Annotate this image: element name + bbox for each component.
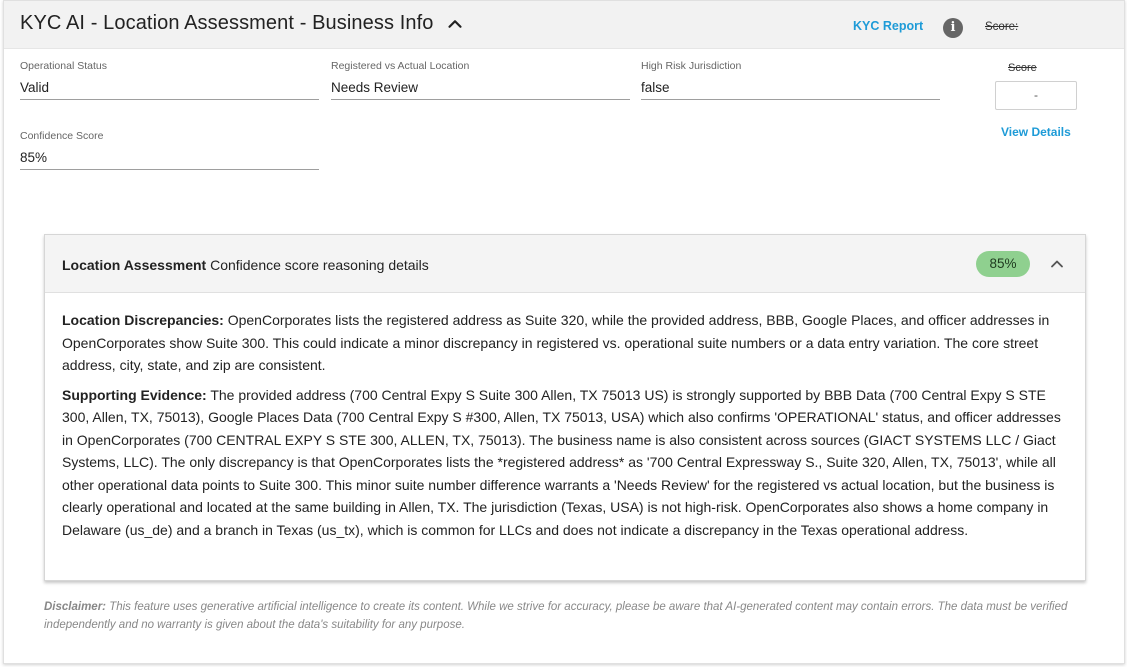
field-label: Confidence Score	[20, 130, 104, 142]
disclaimer-label: Disclaimer:	[44, 601, 107, 613]
panel-title: Location Assessment Confidence score rea…	[62, 257, 429, 273]
score-box-label: Score	[1008, 62, 1037, 74]
view-details-link[interactable]: View Details	[1001, 125, 1071, 139]
info-icon[interactable]: i	[943, 18, 963, 38]
evidence-text: The provided address (700 Central Expy S…	[62, 386, 1061, 538]
field-value: Valid	[20, 80, 50, 95]
operational-status-field: Operational Status Valid	[20, 60, 319, 100]
chevron-up-icon[interactable]	[444, 13, 466, 35]
header-score-label: Score:	[985, 21, 1019, 33]
field-value: 85%	[20, 150, 48, 165]
field-label: Registered vs Actual Location	[331, 60, 470, 72]
disclaimer-text: This feature uses generative artificial …	[44, 601, 1068, 631]
registered-vs-actual-field: Registered vs Actual Location Needs Revi…	[331, 60, 630, 100]
high-risk-jurisdiction-field: High Risk Jurisdiction false	[641, 60, 940, 100]
panel-title-rest: Confidence score reasoning details	[206, 257, 429, 273]
location-assessment-panel: Location Assessment Confidence score rea…	[44, 234, 1086, 581]
chevron-up-icon[interactable]	[1047, 254, 1067, 274]
confidence-badge: 85%	[976, 251, 1030, 277]
kyc-report-link[interactable]: KYC Report	[853, 19, 923, 33]
confidence-score-field: Confidence Score 85%	[20, 130, 319, 170]
kyc-location-card: KYC AI - Location Assessment - Business …	[3, 0, 1125, 664]
panel-title-bold: Location Assessment	[62, 257, 207, 273]
field-label: Operational Status	[20, 60, 107, 72]
panel-header[interactable]: Location Assessment Confidence score rea…	[45, 235, 1085, 293]
evidence-paragraph: Supporting Evidence: The provided addres…	[62, 384, 1072, 542]
evidence-label: Supporting Evidence:	[62, 386, 207, 403]
panel-body: Location Discrepancies: OpenCorporates l…	[62, 309, 1072, 548]
discrepancies-paragraph: Location Discrepancies: OpenCorporates l…	[62, 309, 1072, 377]
disclaimer: Disclaimer: This feature uses generative…	[44, 598, 1074, 634]
page-title: KYC AI - Location Assessment - Business …	[20, 12, 434, 34]
card-header: KYC AI - Location Assessment - Business …	[4, 1, 1124, 49]
discrepancies-label: Location Discrepancies:	[62, 312, 224, 328]
field-value: false	[641, 80, 670, 95]
field-label: High Risk Jurisdiction	[641, 60, 742, 72]
score-box: -	[995, 81, 1077, 110]
field-value: Needs Review	[331, 80, 419, 95]
